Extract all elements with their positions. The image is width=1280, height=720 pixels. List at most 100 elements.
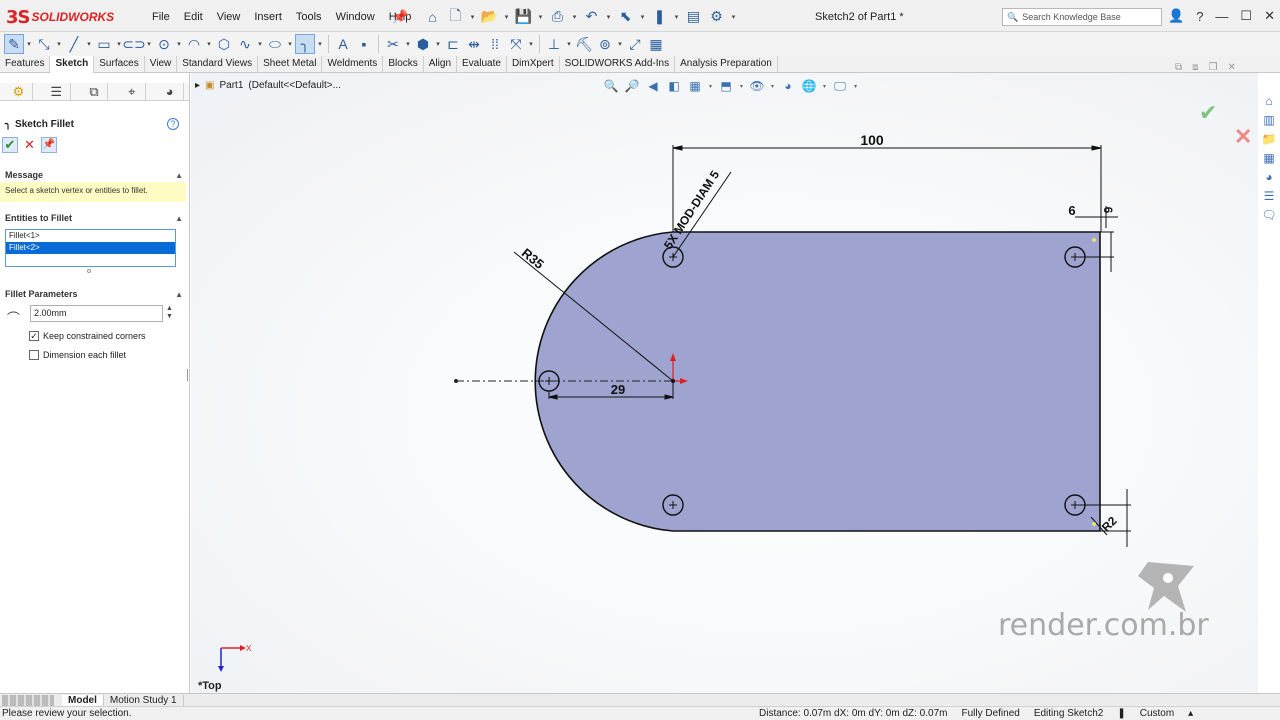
close-window-icon[interactable]: ✕	[1227, 62, 1235, 73]
file-properties-icon[interactable]: ▤	[683, 6, 704, 27]
undo-dropdown-icon[interactable]: ▾	[604, 6, 613, 27]
tab-surfaces[interactable]: Surfaces	[94, 56, 145, 73]
fillet-radius-field[interactable]: 2.00mm	[30, 305, 163, 322]
tab-sheet-metal[interactable]: Sheet Metal	[258, 56, 323, 73]
chevron-up-icon[interactable]: ▲	[175, 214, 183, 223]
menu-file[interactable]: File	[145, 11, 177, 23]
shaded-sketch-contours-icon[interactable]: ▦	[646, 34, 666, 54]
open-folder-icon[interactable]: 📂	[479, 6, 500, 27]
line-icon[interactable]: ╱	[64, 34, 84, 54]
fillet-parameters-header[interactable]: Fillet Parameters ▲	[0, 287, 188, 301]
exit-sketch-dropdown-icon[interactable]: ▾	[25, 34, 33, 54]
unit-system[interactable]: Custom	[1140, 708, 1174, 719]
view-palette-icon[interactable]: ▦	[1260, 150, 1278, 167]
spline-dropdown-icon[interactable]: ▾	[256, 34, 264, 54]
convert-dropdown-icon[interactable]: ▾	[434, 34, 442, 54]
tab-weldments[interactable]: Weldments	[322, 56, 384, 73]
appearances-icon[interactable]: ◕	[1260, 169, 1278, 186]
tab-standard-views[interactable]: Standard Views	[177, 56, 259, 73]
rebuild-status-icon[interactable]: ❚	[1117, 708, 1125, 719]
dimension-corner-top-text-b[interactable]: 6	[1101, 207, 1115, 214]
linear-pattern-icon[interactable]: ⁞⁞	[485, 34, 505, 54]
tab-sketch[interactable]: Sketch	[50, 56, 95, 73]
radius-spinner[interactable]: ▲ ▼	[166, 305, 173, 321]
restore-icon[interactable]: ☐	[1240, 8, 1252, 24]
pm-help-button[interactable]: ?	[167, 118, 179, 130]
knowledge-base-search[interactable]: 🔍 Search Knowledge Base	[1002, 8, 1162, 26]
entities-group-header[interactable]: Entities to Fillet ▲	[0, 211, 188, 225]
rectangle-icon[interactable]: ▭	[94, 34, 114, 54]
close-icon[interactable]: ✕	[1264, 8, 1275, 24]
mirror-entities-icon[interactable]: ⇹	[464, 34, 484, 54]
move-dropdown-icon[interactable]: ▾	[527, 34, 535, 54]
search-input[interactable]: Search Knowledge Base	[1022, 12, 1121, 22]
arc-dropdown-icon[interactable]: ▾	[205, 34, 213, 54]
file-explorer-icon[interactable]: 📁	[1260, 131, 1278, 148]
menu-view[interactable]: View	[210, 11, 248, 23]
fillet-point-top-right[interactable]	[1092, 238, 1096, 242]
point-icon[interactable]: ▪	[354, 34, 374, 54]
ok-button[interactable]: ✔	[2, 137, 18, 153]
configuration-manager-tab-icon[interactable]: ⧉	[80, 82, 109, 101]
message-group-header[interactable]: Message ▲	[0, 168, 188, 182]
polygon-icon[interactable]: ⬡	[214, 34, 234, 54]
fillet-dropdown-icon[interactable]: ▾	[316, 34, 324, 54]
chevron-up-icon[interactable]: ▲	[175, 290, 183, 299]
move-entities-icon[interactable]: ⤧	[506, 34, 526, 54]
exit-sketch-icon[interactable]: ✎	[4, 34, 24, 54]
snaps-dropdown-icon[interactable]: ▾	[616, 34, 624, 54]
select-dropdown-icon[interactable]: ▾	[638, 6, 647, 27]
instant2d-icon[interactable]: ⤢	[625, 34, 645, 54]
new-document-icon[interactable]: 🗋	[445, 6, 466, 27]
display-manager-tab-icon[interactable]: ◕	[156, 82, 185, 101]
dimension-width-text[interactable]: 100	[860, 132, 884, 148]
units-dropdown-icon[interactable]: ▴	[1188, 708, 1193, 719]
display-relations-icon[interactable]: ⊥	[544, 34, 564, 54]
rebuild-traffic-light-icon[interactable]: ❚	[649, 6, 670, 27]
entities-to-fillet-list[interactable]: Fillet<1> Fillet<2>	[5, 229, 176, 267]
dimension-dropdown-icon[interactable]: ▾	[55, 34, 63, 54]
ellipse-icon[interactable]: ⬭	[265, 34, 285, 54]
home-icon[interactable]: ⌂	[422, 6, 443, 27]
help-icon[interactable]: ?	[1196, 9, 1203, 24]
list-item-selected[interactable]: Fillet<2>	[6, 242, 175, 254]
menu-insert[interactable]: Insert	[247, 11, 289, 23]
keep-visible-pin-button[interactable]: 📌	[40, 137, 57, 153]
menu-edit[interactable]: Edit	[177, 11, 210, 23]
tab-analysis-preparation[interactable]: Analysis Preparation	[675, 56, 778, 73]
tab-blocks[interactable]: Blocks	[383, 56, 424, 73]
open-dropdown-icon[interactable]: ▾	[502, 6, 511, 27]
new-dropdown-icon[interactable]: ▾	[468, 6, 477, 27]
tile-window-icon[interactable]: ⧉	[1175, 62, 1182, 73]
options-gear-icon[interactable]: ⚙	[706, 6, 727, 27]
dimension-center-offset-text[interactable]: 29	[611, 382, 625, 397]
tab-scroll-arrows[interactable]	[2, 694, 54, 706]
tab-model[interactable]: Model	[62, 694, 104, 706]
offset-entities-icon[interactable]: ⊏	[443, 34, 463, 54]
fillet-point-bottom-right[interactable]	[1092, 522, 1096, 526]
options-dropdown-icon[interactable]: ▾	[729, 6, 738, 27]
tab-align[interactable]: Align	[424, 56, 458, 73]
list-resize-handle[interactable]	[87, 269, 91, 273]
menu-tools[interactable]: Tools	[289, 11, 329, 23]
spline-icon[interactable]: ∿	[235, 34, 255, 54]
undo-icon[interactable]: ↶	[581, 6, 602, 27]
cancel-button[interactable]: ✕	[24, 137, 35, 153]
dimension-arc-radius-text[interactable]: R35	[519, 245, 547, 272]
slot-dropdown-icon[interactable]: ▾	[145, 34, 153, 54]
property-manager-tab-icon[interactable]: ☰	[43, 82, 71, 101]
text-icon[interactable]: A	[333, 34, 353, 54]
feature-manager-tab-icon[interactable]: ⚙	[5, 82, 33, 101]
print-icon[interactable]: ⎙	[547, 6, 568, 27]
print-dropdown-icon[interactable]: ▾	[570, 6, 579, 27]
sketch-fillet-icon[interactable]: ╮	[295, 34, 315, 54]
trim-dropdown-icon[interactable]: ▾	[404, 34, 412, 54]
repair-sketch-icon[interactable]: ⛏	[574, 34, 594, 54]
rebuild-dropdown-icon[interactable]: ▾	[672, 6, 681, 27]
circle-dropdown-icon[interactable]: ▾	[175, 34, 183, 54]
quick-snaps-icon[interactable]: ⊚	[595, 34, 615, 54]
circle-icon[interactable]: ⊙	[154, 34, 174, 54]
trim-entities-icon[interactable]: ✂	[383, 34, 403, 54]
chevron-up-icon[interactable]: ▲	[175, 171, 183, 180]
ellipse-dropdown-icon[interactable]: ▾	[286, 34, 294, 54]
